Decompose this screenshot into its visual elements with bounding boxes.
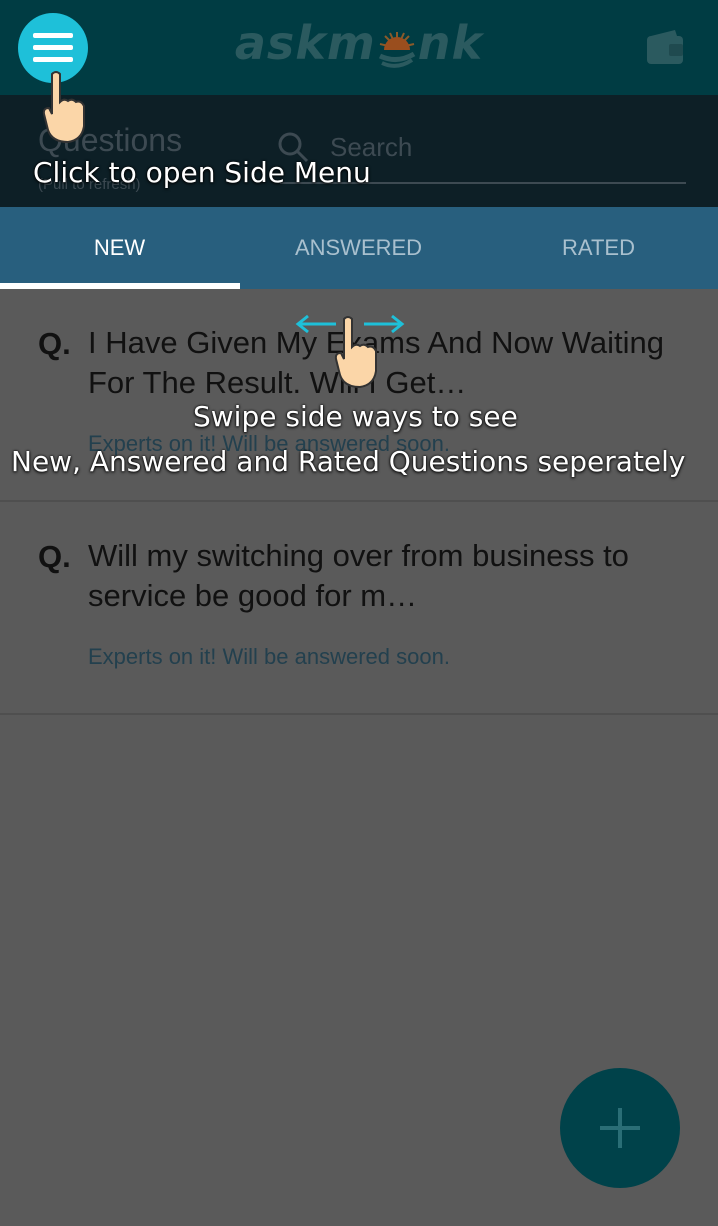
tab-new[interactable]: NEW xyxy=(0,207,239,289)
ask-question-button[interactable] xyxy=(560,1068,680,1188)
question-status: Experts on it! Will be answered soon. xyxy=(88,644,450,669)
swipe-hint-line1: Swipe side ways to see xyxy=(193,400,518,433)
menu-hint-text: Click to open Side Menu xyxy=(33,156,371,189)
question-prefix: Q. xyxy=(38,539,71,574)
question-prefix: Q. xyxy=(38,326,71,361)
pointing-hand-icon xyxy=(40,70,90,150)
question-text: Will my switching over from business to … xyxy=(88,538,629,613)
monk-logo-o xyxy=(376,27,418,68)
tab-answered[interactable]: ANSWERED xyxy=(239,207,478,289)
question-item[interactable]: Q. Will my switching over from business … xyxy=(0,502,718,715)
swipe-hint-line2: New, Answered and Rated Questions sepera… xyxy=(11,445,686,478)
askmonk-logo: askm nk xyxy=(234,16,484,70)
plus-icon-vertical xyxy=(618,1108,622,1148)
tab-rated[interactable]: RATED xyxy=(479,207,718,289)
question-tabs: NEW ANSWERED RATED xyxy=(0,207,718,289)
wallet-icon[interactable] xyxy=(645,28,685,68)
app-header: askm nk xyxy=(0,0,718,95)
swipe-hand-icon xyxy=(332,315,382,395)
